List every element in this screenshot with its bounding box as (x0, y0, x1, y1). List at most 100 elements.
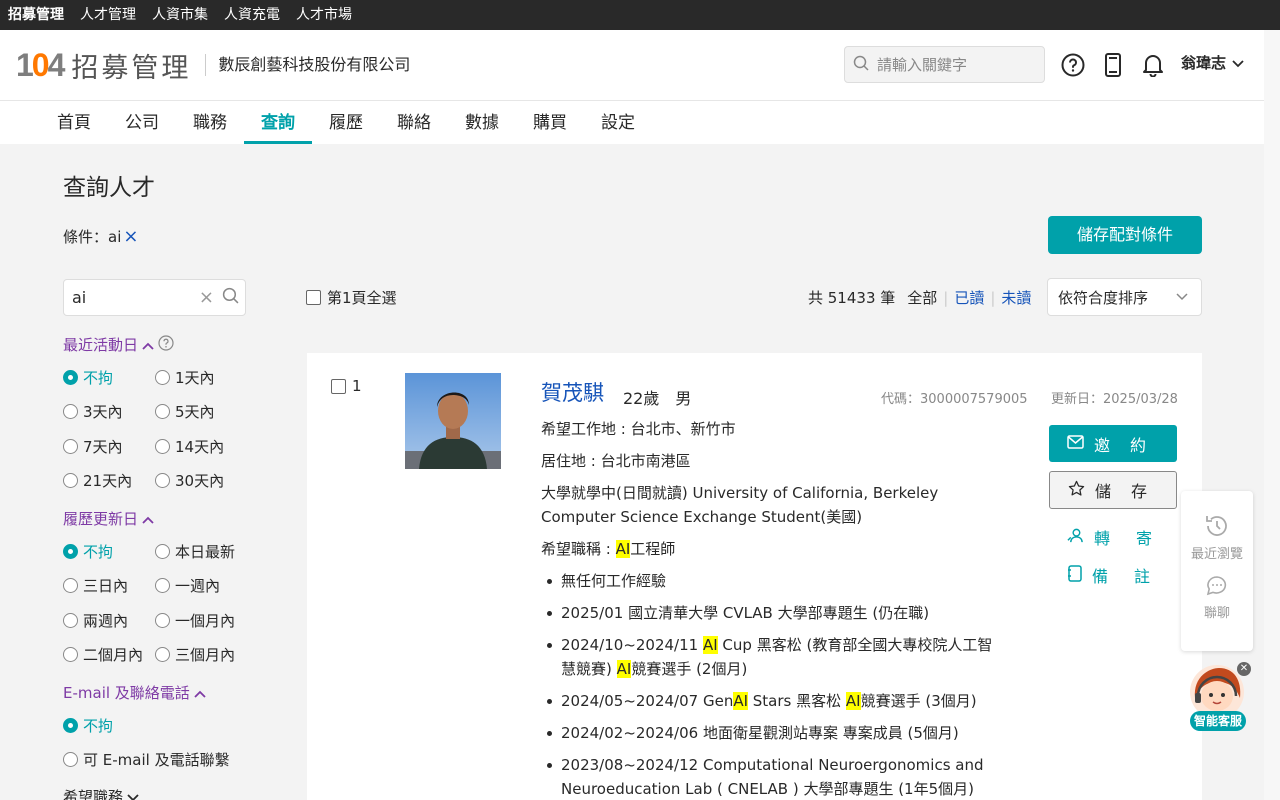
close-icon[interactable]: ✕ (1237, 662, 1251, 676)
checkbox[interactable] (331, 378, 346, 394)
filter-title-label: 履歷更新日 (63, 510, 139, 528)
filter-resume-update[interactable]: 履歷更新日 (63, 508, 154, 529)
select-all-page[interactable]: 第1頁全選 (306, 287, 397, 308)
scrollbar[interactable] (1264, 30, 1280, 800)
topbar-market[interactable]: 人資市集 (144, 0, 216, 30)
radio-option[interactable]: 1天內 (155, 367, 247, 388)
sort-select[interactable]: 依符合度排序 (1047, 278, 1202, 316)
note-button[interactable]: 備註 (1067, 563, 1176, 587)
radio-label: 一週內 (175, 577, 221, 595)
experience-item: 2025/01 國立清華大學 CVLAB 大學部專題生 (仍在職) (547, 601, 1007, 625)
radio-option[interactable]: 一週內 (155, 575, 247, 596)
tab-purchase[interactable]: 購買 (516, 101, 584, 144)
help-icon[interactable] (1060, 52, 1086, 78)
filter-recent-activity[interactable]: 最近活動日 (63, 334, 174, 355)
radio-label: 14天內 (175, 438, 225, 456)
radio-option[interactable]: 可 E-mail 及電話聯繫 (63, 749, 263, 770)
radio-option[interactable]: 30天內 (155, 470, 247, 491)
experience-text: 競賽選手 (2個月) (631, 660, 748, 678)
chat-icon (1205, 574, 1229, 602)
residence: 居住地 : 台北市南港區 (541, 452, 691, 470)
radio-option[interactable]: 14天內 (155, 436, 247, 457)
top-bar: 招募管理 人才管理 人資市集 人資充電 人才市場 (0, 0, 1280, 30)
candidate-name[interactable]: 賀茂騏 (541, 377, 604, 407)
experience-text: 2024/05~2024/07 Gen (561, 692, 734, 710)
filter-contact[interactable]: E-mail 及聯絡電話 (63, 682, 206, 703)
search-icon[interactable] (222, 287, 239, 308)
topbar-recruit[interactable]: 招募管理 (0, 0, 72, 30)
tab-data[interactable]: 數據 (448, 101, 516, 144)
avatar[interactable] (405, 373, 501, 469)
save-condition-button[interactable]: 儲存配對條件 (1048, 216, 1202, 254)
search-input[interactable] (877, 55, 1037, 74)
topbar-talent[interactable]: 人才管理 (72, 0, 144, 30)
tab-jobs[interactable]: 職務 (176, 101, 244, 144)
radio-row: 7天內 14天內 (63, 436, 247, 457)
education-line-2: Computer Science Exchange Student(美國) (541, 508, 863, 526)
help-icon[interactable] (158, 334, 174, 355)
invite-button[interactable]: 邀約 (1049, 425, 1177, 462)
user-menu[interactable]: 翁瑋志 (1181, 52, 1244, 73)
tab-search[interactable]: 查詢 (244, 101, 312, 144)
desired-title-suffix: 工程師 (630, 540, 676, 558)
radio-row: 21天內 30天內 (63, 470, 247, 491)
work-location: 希望工作地 : 台北市、新竹市 (541, 420, 736, 438)
radio-label: 30天內 (175, 472, 225, 490)
remove-condition-icon[interactable]: × (123, 226, 138, 247)
radio-row: 不拘 本日最新 (63, 541, 247, 562)
radio-option[interactable]: 3天內 (63, 401, 155, 422)
radio-option[interactable]: 不拘 (63, 367, 155, 388)
checkbox[interactable] (306, 290, 321, 305)
keyword-input[interactable]: ai (72, 288, 199, 307)
tab-home[interactable]: 首頁 (40, 101, 108, 144)
radio-label: 可 E-mail 及電話聯繫 (83, 751, 230, 769)
page-title: 查詢人才 (63, 175, 155, 201)
filter-read[interactable]: 已讀 (954, 287, 984, 308)
bell-icon[interactable] (1140, 52, 1166, 78)
education-line-1: 大學就學中(日間就讀) University of California, Be… (541, 484, 939, 502)
radio-option[interactable]: 21天內 (63, 470, 155, 491)
tab-resume[interactable]: 履歷 (312, 101, 380, 144)
save-button[interactable]: 儲存 (1049, 471, 1177, 509)
filter-desired-job[interactable]: 希望職務 (63, 786, 139, 800)
topbar-talent-market[interactable]: 人才市場 (288, 0, 360, 30)
radio-option[interactable]: 二個月內 (63, 644, 155, 665)
radio-option[interactable]: 7天內 (63, 436, 155, 457)
radio-option[interactable]: 兩週內 (63, 610, 155, 631)
radio-option[interactable]: 不拘 (63, 715, 155, 736)
chevron-up-icon (194, 684, 206, 702)
mobile-icon[interactable] (1100, 52, 1126, 78)
radio-label: 不拘 (83, 543, 114, 561)
age-gender: 22歲 男 (623, 389, 692, 408)
bot-label[interactable]: 智能客服 (1190, 711, 1246, 731)
radio-label: 5天內 (175, 403, 215, 421)
desired-title: 希望職稱 : AI工程師 (541, 537, 675, 561)
recent-view-button[interactable]: 最近瀏覽 (1191, 513, 1243, 562)
tab-contact[interactable]: 聯絡 (380, 101, 448, 144)
keyword-box[interactable]: ai × (63, 279, 246, 316)
star-icon (1068, 480, 1085, 501)
experience-text: Stars 黑客松 (748, 692, 846, 710)
logo-104: 104 (16, 46, 65, 83)
radio-option[interactable]: 5天內 (155, 401, 247, 422)
tab-settings[interactable]: 設定 (584, 101, 652, 144)
forward-button[interactable]: 轉寄 (1067, 525, 1178, 549)
experience-item: 2023/08~2024/12 Computational Neuroergon… (547, 753, 1007, 800)
radio-option[interactable]: 一個月內 (155, 610, 247, 631)
experience-text: 2024/10~2024/11 (561, 636, 703, 654)
radio-option[interactable]: 三日內 (63, 575, 155, 596)
radio-option[interactable]: 三個月內 (155, 644, 247, 665)
search-box[interactable] (844, 46, 1045, 83)
filter-all[interactable]: 全部 (907, 287, 937, 308)
experience-list: 無任何工作經驗 2025/01 國立清華大學 CVLAB 大學部專題生 (仍在職)… (547, 569, 1007, 800)
topbar-learn[interactable]: 人資充電 (216, 0, 288, 30)
card-select[interactable]: 1 (331, 377, 362, 395)
logo[interactable]: 104 招募管理 (16, 46, 191, 85)
chat-button[interactable]: 聯聊 (1204, 574, 1230, 621)
radio-option[interactable]: 本日最新 (155, 541, 247, 562)
keyword-highlight: AI (702, 636, 718, 654)
filter-unread[interactable]: 未讀 (1001, 287, 1031, 308)
clear-icon[interactable]: × (199, 287, 214, 308)
radio-option[interactable]: 不拘 (63, 541, 155, 562)
tab-company[interactable]: 公司 (108, 101, 176, 144)
